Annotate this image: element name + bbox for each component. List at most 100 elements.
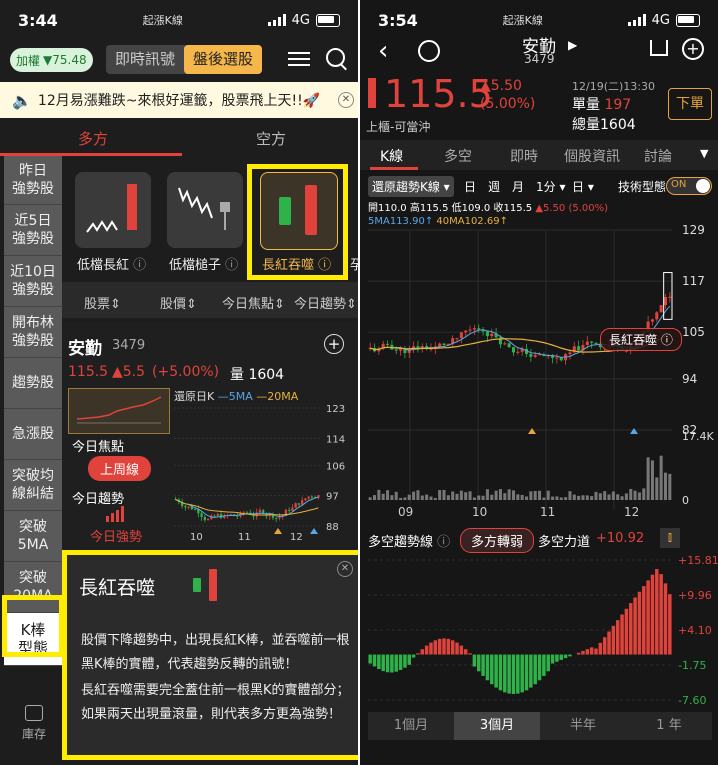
candle bbox=[529, 353, 533, 357]
sidebar-item-yesterday[interactable]: 昨日 強勢股 bbox=[4, 156, 62, 205]
back-icon[interactable]: ‹ bbox=[378, 36, 388, 66]
index-badge[interactable]: 加權 ▼75.48 bbox=[10, 48, 93, 72]
osc-bar bbox=[442, 638, 446, 655]
tab-stock-info[interactable]: 個股資訊 bbox=[564, 146, 620, 166]
share-icon[interactable] bbox=[650, 40, 668, 56]
candle bbox=[668, 296, 672, 298]
volume-bar bbox=[490, 494, 494, 500]
col-trend[interactable]: 今日趨勢⇕ bbox=[294, 293, 357, 312]
period-6m[interactable]: 半年 bbox=[540, 712, 626, 740]
candle bbox=[394, 349, 398, 351]
announcement-banner[interactable]: 🔈 12月易漲難跌~來根好運籤，股票飛上天!!🚀 bbox=[0, 82, 358, 118]
tech-pattern-toggle[interactable]: ON bbox=[666, 177, 712, 195]
candle bbox=[485, 331, 489, 337]
sidebar-item-5ma[interactable]: 突破 5MA bbox=[4, 511, 62, 562]
indicator-signal[interactable]: 多方轉弱 bbox=[460, 528, 535, 553]
volume-bar bbox=[590, 496, 594, 500]
add-watchlist-icon[interactable]: + bbox=[324, 334, 344, 354]
period-minute[interactable]: 1分 ▾ bbox=[536, 178, 565, 195]
volume-bar bbox=[646, 457, 650, 500]
list-icon[interactable] bbox=[288, 50, 310, 68]
add-icon[interactable]: + bbox=[682, 38, 704, 60]
period-day[interactable]: 日 bbox=[464, 178, 476, 195]
period-week[interactable]: 週 bbox=[488, 178, 500, 195]
candle bbox=[594, 342, 598, 344]
candle bbox=[585, 341, 589, 346]
col-stock[interactable]: 股票⇕ bbox=[84, 293, 121, 312]
candle bbox=[459, 332, 463, 339]
search-icon[interactable] bbox=[326, 48, 347, 71]
popup-close-icon[interactable]: ✕ bbox=[337, 561, 353, 577]
stock-code: 3479 bbox=[112, 338, 146, 353]
period-1m[interactable]: 1個月 bbox=[368, 712, 454, 740]
tab-kline[interactable]: K線 bbox=[380, 146, 403, 166]
candle bbox=[503, 343, 507, 345]
osc-bar bbox=[450, 640, 455, 655]
osc-bar bbox=[420, 649, 425, 655]
pattern-low-long-red-icon bbox=[86, 184, 137, 233]
tab-long[interactable]: 多方 bbox=[78, 128, 108, 149]
stock-row[interactable]: 安勤 3479 + 115.5 ▲5.5 (+5.00%) 量 1604 今日焦… bbox=[62, 322, 358, 547]
next-stock-icon[interactable]: ▶ bbox=[568, 38, 577, 52]
banner-close-icon[interactable]: ✕ bbox=[338, 92, 354, 108]
sidebar-item-ma-breakout[interactable]: 突破均 線糾結 bbox=[4, 460, 62, 511]
tab-bullbear[interactable]: 多空 bbox=[444, 146, 472, 166]
volume-bar bbox=[481, 495, 485, 500]
volume-bar bbox=[394, 491, 398, 500]
candle bbox=[301, 500, 304, 505]
sidebar-item-5day[interactable]: 近5日 強勢股 bbox=[4, 205, 62, 256]
osc-bar bbox=[407, 654, 411, 665]
col-price[interactable]: 股價⇕ bbox=[160, 293, 197, 312]
indicator-label: 多空趨勢線 ⓘ bbox=[368, 535, 451, 550]
volume-bar bbox=[659, 455, 663, 500]
tab-afterhours[interactable]: 盤後選股 bbox=[184, 45, 262, 74]
sidebar-item-bollinger[interactable]: 開布林 強勢股 bbox=[4, 307, 62, 358]
osc-bar bbox=[477, 654, 481, 672]
candle bbox=[245, 512, 249, 514]
period-3m[interactable]: 3個月 bbox=[454, 712, 540, 740]
period-1y[interactable]: 1 年 bbox=[626, 712, 712, 740]
quote-change: ▲5.50 bbox=[480, 78, 522, 94]
candle bbox=[490, 333, 494, 337]
tab-realtime[interactable]: 即時 bbox=[510, 146, 538, 166]
pattern-card-low-long-red[interactable] bbox=[75, 172, 151, 248]
osc-bar bbox=[529, 654, 533, 688]
range-select[interactable]: 日 ▾ bbox=[572, 178, 594, 195]
candle bbox=[258, 510, 262, 513]
volume-bar bbox=[390, 495, 394, 500]
sidebar-item-surge[interactable]: 急漲股 bbox=[4, 409, 62, 460]
mode-tabs: 即時訊號 盤後選股 bbox=[106, 45, 262, 74]
info-icon: ⓘ bbox=[133, 258, 147, 273]
tab-short[interactable]: 空方 bbox=[256, 128, 286, 149]
pattern-card-low-hammer[interactable] bbox=[167, 172, 243, 248]
candle bbox=[288, 509, 291, 511]
osc-bar bbox=[594, 648, 598, 655]
total-label: 總量1604 bbox=[572, 117, 636, 133]
osc-bar bbox=[563, 654, 568, 659]
col-focus[interactable]: 今日焦點⇕ bbox=[222, 293, 285, 312]
restore-kline-select[interactable]: 還原趨勢K線 ▾ bbox=[368, 176, 454, 197]
candle bbox=[511, 347, 516, 353]
period-month[interactable]: 月 bbox=[512, 178, 524, 195]
stock-volume: 量 1604 bbox=[230, 367, 285, 383]
tab-discussion[interactable]: 討論 bbox=[644, 146, 672, 166]
osc-bar bbox=[555, 654, 559, 662]
candle bbox=[294, 503, 297, 508]
kline-chart[interactable]: 129117105948217.4K009 10 11 12+15.81+9.96+4… bbox=[360, 220, 718, 740]
bottom-nav-inventory[interactable]: 庫存 bbox=[6, 705, 62, 742]
sidebar-item-10day[interactable]: 近10日 強勢股 bbox=[4, 256, 62, 307]
x-tick-label: 09 bbox=[398, 505, 413, 519]
volume-bar bbox=[494, 490, 498, 500]
osc-tick-label: -1.75 bbox=[678, 659, 706, 672]
status-icons: 4G bbox=[267, 13, 340, 28]
tabs-more-icon[interactable]: ▼ bbox=[700, 147, 708, 160]
order-button[interactable]: 下單 bbox=[668, 88, 712, 120]
compass-icon[interactable] bbox=[418, 40, 440, 62]
candle bbox=[438, 343, 442, 347]
indicator-settings-icon[interactable]: ⫾ bbox=[660, 528, 680, 548]
pattern-tag[interactable]: 長紅吞噬 ⓘ bbox=[600, 328, 682, 351]
volume-bar bbox=[472, 497, 476, 500]
tab-realtime[interactable]: 即時訊號 bbox=[106, 45, 184, 74]
sidebar-item-trend[interactable]: 趨勢股 bbox=[4, 358, 62, 409]
candle bbox=[568, 352, 572, 355]
